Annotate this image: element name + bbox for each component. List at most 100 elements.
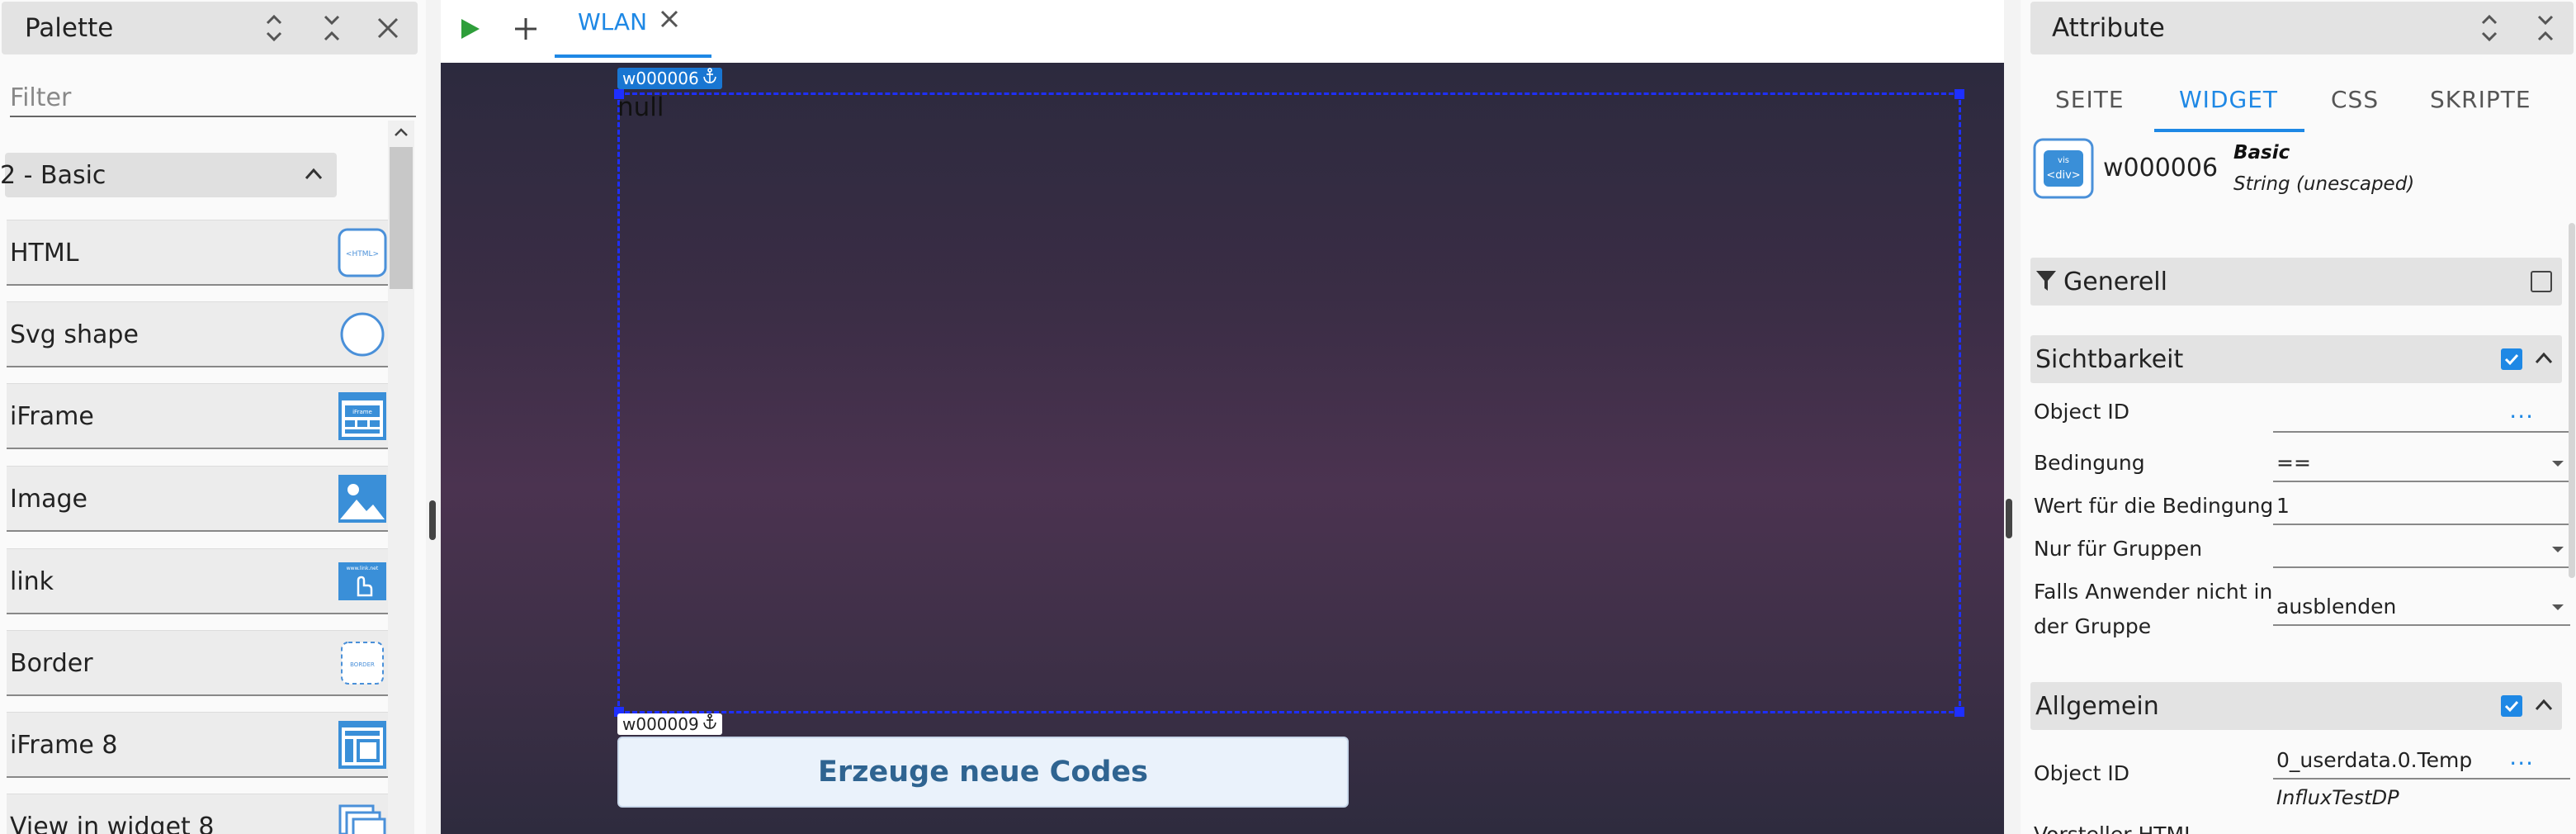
general-object-id-label: Object ID bbox=[2034, 761, 2129, 785]
category-label: 2 - Basic bbox=[0, 160, 106, 190]
palette-item-label: HTML bbox=[10, 239, 79, 268]
chevron-up-icon[interactable] bbox=[2532, 347, 2555, 373]
scroll-up-icon[interactable] bbox=[388, 121, 414, 144]
editor-area: WLAN w000006 null w000009 Erzeuge neue C… bbox=[441, 0, 2004, 834]
condition-value-text: 1 bbox=[2276, 494, 2290, 518]
not-in-group-label-line2: der Gruppe bbox=[2034, 614, 2152, 638]
svg-shape-icon bbox=[337, 309, 388, 360]
attributes-header: Attribute bbox=[2030, 2, 2574, 54]
palette-filter-input[interactable] bbox=[10, 79, 416, 117]
expand-all-icon[interactable] bbox=[2471, 10, 2507, 46]
palette-item-link[interactable]: link www.link.net bbox=[7, 548, 388, 614]
not-in-group-select[interactable]: ausblenden bbox=[2273, 590, 2570, 626]
left-resize-handle[interactable] bbox=[429, 500, 436, 540]
palette-widget-list: 2 - Basic HTML <HTML> Svg shape iFrame i… bbox=[0, 124, 388, 834]
resize-handle[interactable] bbox=[1954, 707, 1964, 717]
widget-type: String (unescaped) bbox=[2233, 173, 2415, 195]
tab-seite[interactable]: SEITE bbox=[2055, 86, 2125, 113]
palette-scroll-thumb[interactable] bbox=[390, 147, 413, 289]
iframe-widget-icon: iFrame bbox=[337, 391, 388, 442]
add-view-icon[interactable] bbox=[512, 15, 540, 46]
general-object-id-field[interactable]: 0_userdata.0.Temp ... bbox=[2273, 743, 2570, 780]
general-object-id-value: 0_userdata.0.Temp bbox=[2276, 748, 2473, 772]
palette-item-html[interactable]: HTML <HTML> bbox=[7, 220, 388, 286]
condition-label: Bedingung bbox=[2034, 451, 2145, 475]
select-object-id-button[interactable]: ... bbox=[2509, 743, 2534, 770]
widget-id-label: w000009 bbox=[622, 714, 699, 734]
palette-item-label: Image bbox=[10, 485, 87, 514]
section-allgemein[interactable]: Allgemein bbox=[2030, 682, 2562, 730]
object-id-hint: InfluxTestDP bbox=[2276, 786, 2399, 809]
attributes-panel: Attribute SEITE WIDGET CSS SKRIPTE vis <d… bbox=[2021, 0, 2576, 834]
section-generell[interactable]: Generell bbox=[2030, 258, 2562, 306]
collapse-all-icon[interactable] bbox=[2527, 10, 2564, 46]
play-icon[interactable] bbox=[457, 17, 482, 45]
expand-all-icon[interactable] bbox=[256, 10, 292, 46]
attributes-scrollbar[interactable] bbox=[2569, 223, 2575, 578]
condition-select[interactable]: == bbox=[2273, 446, 2570, 482]
svg-text:BORDER: BORDER bbox=[350, 661, 375, 668]
active-tab-indicator bbox=[2154, 129, 2304, 132]
svg-text:<HTML>: <HTML> bbox=[346, 250, 379, 258]
svg-text:iFrame: iFrame bbox=[352, 409, 372, 415]
palette-item-view-in-widget-8[interactable]: View in widget 8 bbox=[7, 794, 388, 834]
iframe8-widget-icon bbox=[337, 719, 388, 770]
section-allgemein-checkbox[interactable] bbox=[2501, 695, 2522, 717]
condition-value-label: Wert für die Bedingung bbox=[2034, 494, 2274, 518]
not-in-group-value: ausblenden bbox=[2276, 595, 2397, 618]
collapse-all-icon[interactable] bbox=[314, 10, 350, 46]
anchor-icon bbox=[702, 713, 717, 735]
tab-wlan-label: WLAN bbox=[578, 8, 648, 36]
filter-icon bbox=[2035, 269, 2057, 296]
section-sichtbarkeit-checkbox[interactable] bbox=[2501, 348, 2522, 370]
link-widget-icon: www.link.net bbox=[337, 556, 388, 607]
palette-item-label: link bbox=[10, 567, 54, 596]
widget-set: Basic bbox=[2233, 142, 2290, 163]
next-field-label-partial: Vorsteller HTML bbox=[2034, 822, 2196, 834]
image-widget-icon bbox=[337, 473, 388, 524]
close-palette-icon[interactable] bbox=[370, 10, 406, 46]
condition-value-input[interactable]: 1 bbox=[2273, 489, 2570, 525]
close-tab-icon[interactable] bbox=[657, 7, 682, 35]
palette-item-iframe-8[interactable]: iFrame 8 bbox=[7, 712, 388, 778]
tab-wlan[interactable]: WLAN bbox=[555, 0, 711, 58]
groups-select[interactable] bbox=[2273, 532, 2570, 568]
palette-panel: Palette 2 - Basic HTML <HTML> bbox=[0, 0, 426, 834]
right-resize-handle[interactable] bbox=[2006, 499, 2012, 538]
svg-text:www.link.net: www.link.net bbox=[347, 566, 379, 571]
widget-id-label: w000006 bbox=[622, 69, 699, 88]
tab-widget[interactable]: WIDGET bbox=[2179, 86, 2278, 113]
palette-item-label: Border bbox=[10, 649, 93, 678]
view-tabs-toolbar: WLAN bbox=[441, 0, 2004, 63]
border-widget-icon: BORDER bbox=[337, 637, 388, 689]
attribute-tabs: SEITE WIDGET CSS SKRIPTE bbox=[2021, 66, 2576, 134]
not-in-group-label-line1: Falls Anwender nicht in bbox=[2034, 580, 2273, 604]
generate-codes-button[interactable]: Erzeuge neue Codes bbox=[617, 737, 1349, 808]
selected-widget-w000006[interactable] bbox=[614, 89, 1964, 717]
section-sichtbarkeit[interactable]: Sichtbarkeit bbox=[2030, 335, 2562, 383]
tab-css[interactable]: CSS bbox=[2331, 86, 2379, 113]
visibility-object-id-field[interactable]: ... bbox=[2273, 396, 2570, 433]
widget-content-text: null bbox=[617, 92, 664, 122]
widget-label-w000009[interactable]: w000009 bbox=[617, 713, 722, 735]
category-basic[interactable]: 2 - Basic bbox=[0, 153, 337, 197]
palette-item-image[interactable]: Image bbox=[7, 466, 388, 532]
palette-item-svg-shape[interactable]: Svg shape bbox=[7, 301, 388, 367]
tab-skripte[interactable]: SKRIPTE bbox=[2430, 86, 2531, 113]
view-in-widget-icon bbox=[337, 801, 388, 834]
groups-label: Nur für Gruppen bbox=[2034, 537, 2203, 561]
palette-title: Palette bbox=[25, 13, 114, 43]
select-object-id-button[interactable]: ... bbox=[2509, 396, 2534, 424]
dropdown-arrow-icon bbox=[2552, 604, 2564, 610]
palette-item-border[interactable]: Border BORDER bbox=[7, 630, 388, 696]
widget-label-w000006[interactable]: w000006 bbox=[617, 68, 722, 89]
view-canvas[interactable]: w000006 null w000009 Erzeuge neue Codes bbox=[441, 63, 2004, 834]
palette-item-iframe[interactable]: iFrame iFrame bbox=[7, 383, 388, 449]
section-generell-checkbox[interactable] bbox=[2531, 271, 2552, 292]
svg-text:<div>: <div> bbox=[2046, 169, 2080, 182]
dropdown-arrow-icon bbox=[2552, 461, 2564, 467]
chevron-up-icon[interactable] bbox=[2532, 694, 2555, 720]
visibility-object-id-label: Object ID bbox=[2034, 400, 2129, 424]
html-widget-icon: <HTML> bbox=[337, 227, 388, 278]
resize-handle[interactable] bbox=[1954, 89, 1964, 99]
